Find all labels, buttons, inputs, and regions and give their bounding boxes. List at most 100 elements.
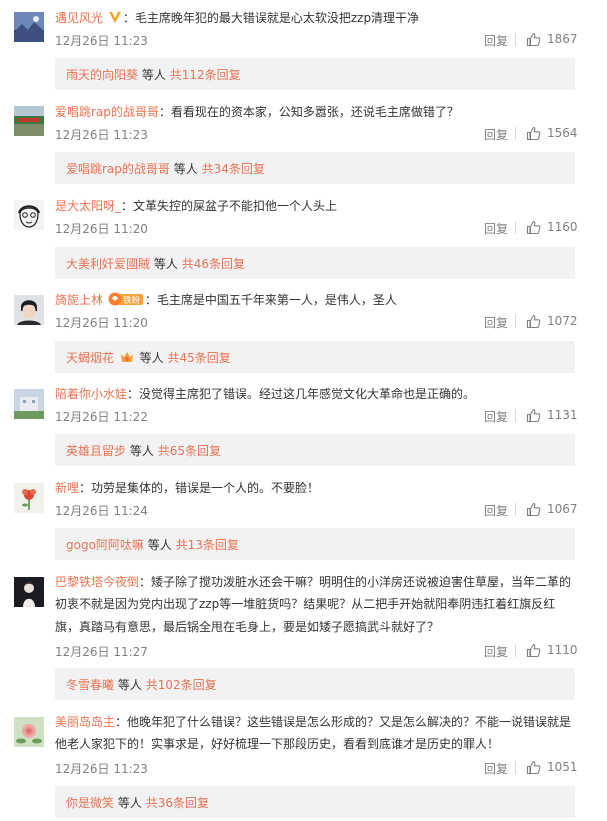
divider — [515, 127, 516, 140]
reply-button[interactable]: 回复 — [484, 220, 508, 237]
reply-username[interactable]: 你是微笑 — [66, 796, 114, 810]
reply-username[interactable]: 冬雪春曦 — [66, 678, 114, 692]
comment-content: ：他晚年犯了什么错误？这些错误是怎么形成的？又是怎么解决的？不能一说错误就是 — [115, 715, 572, 729]
user-avatar[interactable] — [14, 389, 44, 419]
reply-etc: 等人 — [139, 351, 164, 365]
comment-time: 12月26日 11:23 — [55, 128, 148, 142]
user-avatar[interactable] — [14, 106, 44, 136]
comment-meta: 12月26日 11:23 回复 1867 — [55, 31, 578, 49]
like-count: 1051 — [547, 760, 578, 774]
comment-content: 旗，真踏马有意思，最后锅全甩在毛身上，要是如矮子愿搞武斗就好了？ — [55, 620, 440, 634]
comment-username[interactable]: 遇见风光 — [55, 11, 103, 25]
comment-time: 12月26日 11:20 — [55, 316, 148, 330]
comment-content: ：没觉得主席犯了错误。经过这几年感觉文化大革命也是正确的。 — [127, 387, 476, 401]
reply-count-link[interactable]: 共34条回复 — [202, 162, 265, 176]
comment-content: ：毛主席晚年犯的最大错误就是心太软没把zzp清理干净 — [122, 11, 420, 25]
comment-text-line: 初衷不就是因为党内出现了zzp等一堆脏货吗？结果呢？从二把手开始就阳奉阴违扛着红… — [55, 594, 583, 615]
reply-button[interactable]: 回复 — [484, 314, 508, 331]
like-count: 1072 — [547, 314, 578, 328]
comment-text-line: 他老人家犯下的！实事求是，好好梳理一下那段历史，看看到底谁才是历史的罪人！ — [55, 734, 583, 755]
reply-button[interactable]: 回复 — [484, 760, 508, 777]
user-avatar[interactable] — [14, 200, 44, 230]
reply-button[interactable]: 回复 — [484, 502, 508, 519]
reply-username[interactable]: 雨天的向阳葵 — [66, 68, 138, 82]
like-count: 1564 — [547, 126, 578, 140]
thumbs-up-icon — [526, 408, 541, 423]
user-avatar[interactable] — [14, 483, 44, 513]
reply-button[interactable]: 回复 — [484, 643, 508, 660]
reply-button[interactable]: 回复 — [484, 126, 508, 143]
reply-count-link[interactable]: 共45条回复 — [168, 351, 231, 365]
thumbs-up-icon — [526, 220, 541, 235]
comment-username[interactable]: 巴黎铁塔今夜倒 — [55, 575, 139, 589]
comment-time: 12月26日 11:22 — [55, 410, 148, 424]
like-count: 1867 — [547, 32, 578, 46]
comment-content: 初衷不就是因为党内出现了zzp等一堆脏货吗？结果呢？从二把手开始就阳奉阴违扛着红… — [55, 597, 556, 611]
like-count: 1160 — [547, 220, 578, 234]
comment-username[interactable]: 新哩 — [55, 481, 79, 495]
comment-username[interactable]: 陪着你小水娃 — [55, 387, 127, 401]
comment-time: 12月26日 11:24 — [55, 504, 148, 518]
divider — [515, 221, 516, 234]
comment-meta: 12月26日 11:22 回复 1131 — [55, 407, 578, 425]
reply-count-link[interactable]: 共112条回复 — [170, 68, 241, 82]
comment-meta: 12月26日 11:20 回复 1072 — [55, 313, 578, 331]
comment-username[interactable]: 美丽岛岛主 — [55, 715, 115, 729]
comment-username[interactable]: 爱唱跳rap的战哥哥 — [55, 105, 159, 119]
comment-content: ：文革失控的屎盆子不能扣他一个人头上 — [121, 199, 338, 213]
comment-meta: 12月26日 11:23 回复 1051 — [55, 759, 578, 777]
comment-text-line: 遇见风光 ：毛主席晚年犯的最大错误就是心太软没把zzp清理干净 — [55, 8, 583, 31]
fans-badge-icon: 铁粉 — [108, 292, 144, 313]
user-avatar[interactable] — [14, 717, 44, 747]
replies-summary[interactable]: 英雄且留步 等人 共65条回复 — [55, 434, 575, 466]
comment-username[interactable]: 是大太阳呀_ — [55, 199, 121, 213]
divider — [515, 33, 516, 46]
comment-text-line: 旖旎上林 铁粉 ：毛主席是中国五千年来第一人，是伟人，圣人 — [55, 290, 583, 313]
comment-time: 12月26日 11:20 — [55, 222, 148, 236]
comment-content: ：看看现在的资本家，公知多嚣张，还说毛主席做错了？ — [158, 105, 459, 119]
reply-count-link[interactable]: 共65条回复 — [158, 444, 221, 458]
comment-username[interactable]: 旖旎上林 — [55, 293, 103, 307]
replies-summary[interactable]: 你是微笑 等人 共36条回复 — [55, 786, 575, 818]
replies-summary[interactable]: 大美利奸爱國賊 等人 共46条回复 — [55, 247, 575, 279]
comment-text-line: 旗，真踏马有意思，最后锅全甩在毛身上，要是如矮子愿搞武斗就好了？ — [55, 617, 583, 638]
reply-count-link[interactable]: 共36条回复 — [146, 796, 209, 810]
reply-username[interactable]: 大美利奸爱國賊 — [66, 257, 150, 271]
reply-button[interactable]: 回复 — [484, 408, 508, 425]
replies-summary[interactable]: gogo阿阿呔嘛 等人 共13条回复 — [55, 528, 575, 560]
vip-badge-icon — [108, 10, 122, 31]
reply-count-link[interactable]: 共46条回复 — [182, 257, 245, 271]
user-avatar[interactable] — [14, 295, 44, 325]
divider — [515, 761, 516, 774]
landscape-avatar-icon — [14, 12, 44, 42]
comment-text-line: 巴黎铁塔今夜倒：矮子除了搅功泼脏水还会干嘛？明明住的小洋房还说被迫害住草屋，当年… — [55, 572, 583, 593]
building-avatar-icon — [14, 389, 44, 419]
flower-avatar-icon — [14, 483, 44, 513]
reply-button[interactable]: 回复 — [484, 32, 508, 49]
reply-etc: 等人 — [129, 444, 154, 458]
comment-content: 他老人家犯下的！实事求是，好好梳理一下那段历史，看看到底谁才是历史的罪人！ — [55, 737, 500, 751]
reply-count-link[interactable]: 共102条回复 — [146, 678, 217, 692]
reply-count-link[interactable]: 共13条回复 — [176, 538, 239, 552]
reply-username[interactable]: 爱唱跳rap的战哥哥 — [66, 162, 170, 176]
divider — [515, 315, 516, 328]
replies-summary[interactable]: 爱唱跳rap的战哥哥 等人 共34条回复 — [55, 152, 575, 184]
reply-etc: 等人 — [117, 678, 142, 692]
comment-content: ：毛主席是中国五千年来第一人，是伟人，圣人 — [144, 293, 397, 307]
user-avatar[interactable] — [14, 577, 44, 607]
reply-etc: 等人 — [141, 68, 166, 82]
comment-text-line: 新哩：功劳是集体的，错误是一个人的。不要脸！ — [55, 478, 583, 499]
reply-etc: 等人 — [153, 257, 178, 271]
replies-summary[interactable]: 冬雪春曦 等人 共102条回复 — [55, 668, 575, 700]
comment-content: ：功劳是集体的，错误是一个人的。不要脸！ — [79, 481, 320, 495]
reply-username[interactable]: 英雄且留步 — [66, 444, 126, 458]
reply-username[interactable]: 天蝎烟花 — [66, 351, 114, 365]
thumbs-up-icon — [526, 760, 541, 775]
comment-time: 12月26日 11:23 — [55, 762, 148, 776]
reply-username[interactable]: gogo阿阿呔嘛 — [66, 538, 144, 552]
replies-summary[interactable]: 天蝎烟花 等人 共45条回复 — [55, 341, 575, 373]
comment-time: 12月26日 11:23 — [55, 34, 148, 48]
replies-summary[interactable]: 雨天的向阳葵 等人 共112条回复 — [55, 58, 575, 90]
comment-text-line: 是大太阳呀_：文革失控的屎盆子不能扣他一个人头上 — [55, 196, 583, 217]
user-avatar[interactable] — [14, 12, 44, 42]
